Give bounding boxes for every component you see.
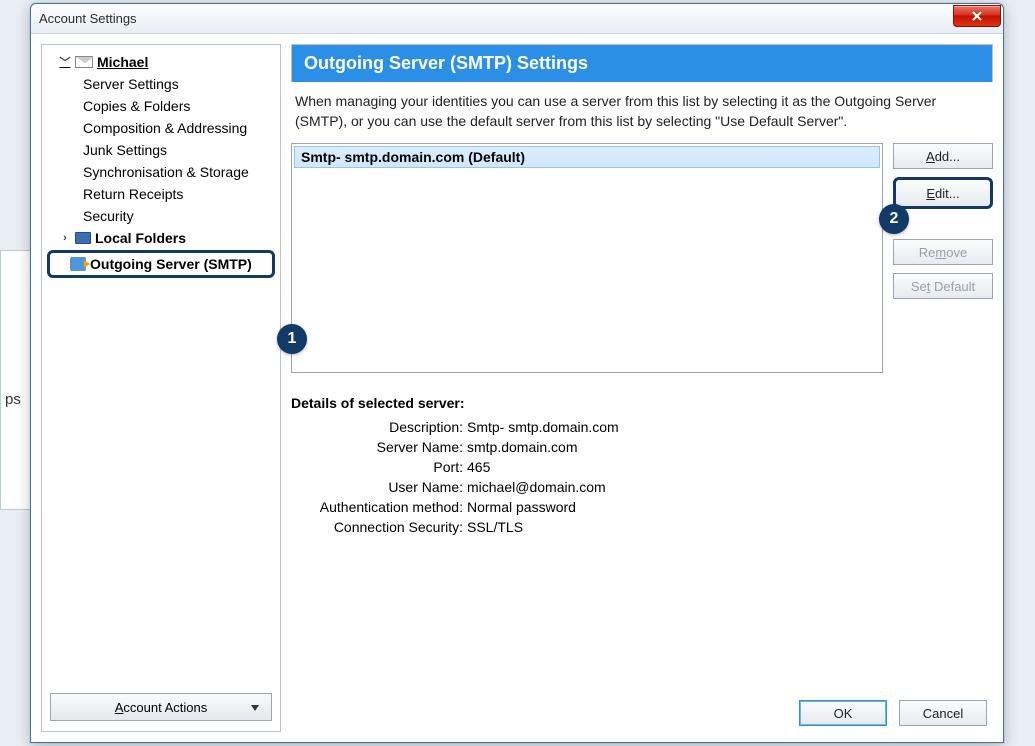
tree-local-folders[interactable]: › Local Folders (45, 227, 277, 249)
window-title: Account Settings (39, 11, 137, 26)
main-panel: Outgoing Server (SMTP) Settings When man… (291, 44, 993, 732)
chevron-down-icon: ﹀ (59, 54, 71, 70)
sidebar: ﹀ Michael Server Settings Copies & Folde… (41, 44, 281, 732)
value-security: SSL/TLS (467, 519, 993, 535)
set-default-button[interactable]: Set Default (893, 273, 993, 299)
remove-button[interactable]: Remove (893, 239, 993, 265)
outgoing-server-icon (70, 257, 86, 271)
smtp-server-list[interactable]: Smtp- smtp.domain.com (Default) (291, 143, 883, 373)
chevron-right-icon: › (59, 232, 71, 244)
label-description: Description: (297, 419, 467, 435)
dialog-footer: OK Cancel (291, 686, 993, 732)
callout-1: 1 (277, 324, 307, 354)
sidebar-item-return-receipts[interactable]: Return Receipts (45, 183, 277, 205)
sidebar-item-composition[interactable]: Composition & Addressing (45, 117, 277, 139)
sidebar-item-copies-folders[interactable]: Copies & Folders (45, 95, 277, 117)
window-content: ﹀ Michael Server Settings Copies & Folde… (31, 34, 1003, 742)
close-button[interactable] (953, 5, 1001, 27)
server-area: Smtp- smtp.domain.com (Default) Add... E… (291, 143, 993, 373)
account-tree: ﹀ Michael Server Settings Copies & Folde… (42, 45, 280, 687)
label-port: Port: (297, 459, 467, 475)
sidebar-item-junk[interactable]: Junk Settings (45, 139, 277, 161)
details-heading: Details of selected server: (291, 395, 993, 411)
account-settings-window: Account Settings ﹀ Michael Server Settin… (30, 3, 1004, 743)
edit-button[interactable]: Edit... (893, 177, 993, 209)
outgoing-label: Outgoing Server (SMTP) (90, 256, 252, 272)
value-server: smtp.domain.com (467, 439, 993, 455)
titlebar: Account Settings (31, 4, 1003, 34)
value-port: 465 (467, 459, 993, 475)
close-icon (970, 9, 984, 23)
panel-description: When managing your identities you can us… (291, 82, 993, 143)
sidebar-item-sync-storage[interactable]: Synchronisation & Storage (45, 161, 277, 183)
sidebar-item-outgoing-smtp[interactable]: Outgoing Server (SMTP) (47, 250, 275, 278)
mail-icon (75, 56, 93, 68)
server-buttons: Add... Edit... Remove Set Default (893, 143, 993, 373)
add-button[interactable]: Add... (893, 143, 993, 169)
label-auth: Authentication method: (297, 499, 467, 515)
label-server: Server Name: (297, 439, 467, 455)
details-grid: Description: Smtp- smtp.domain.com Serve… (291, 419, 993, 535)
label-user: User Name: (297, 479, 467, 495)
panel-title: Outgoing Server (SMTP) Settings (291, 44, 993, 82)
sidebar-item-server-settings[interactable]: Server Settings (45, 73, 277, 95)
tree-account-michael[interactable]: ﹀ Michael (45, 51, 277, 73)
label-security: Connection Security: (297, 519, 467, 535)
callout-2: 2 (879, 204, 909, 234)
local-folders-label: Local Folders (95, 230, 186, 246)
background-fragment (0, 250, 30, 510)
account-name: Michael (97, 54, 148, 70)
value-description: Smtp- smtp.domain.com (467, 419, 993, 435)
value-user: michael@domain.com (467, 479, 993, 495)
smtp-server-item-selected[interactable]: Smtp- smtp.domain.com (Default) (294, 146, 880, 168)
cancel-button[interactable]: Cancel (899, 700, 987, 726)
sidebar-item-security[interactable]: Security (45, 205, 277, 227)
account-actions-button[interactable]: Account Actions (50, 693, 272, 721)
value-auth: Normal password (467, 499, 993, 515)
ok-button[interactable]: OK (799, 700, 887, 726)
folder-icon (75, 232, 91, 244)
server-details: Details of selected server: Description:… (291, 395, 993, 535)
